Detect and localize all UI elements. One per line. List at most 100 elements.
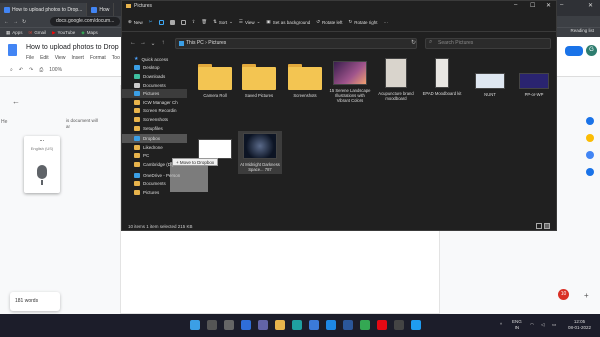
- wifi-icon[interactable]: ◠: [530, 322, 534, 328]
- vscode-icon[interactable]: [411, 320, 421, 330]
- folder-item[interactable]: Saved Pictures: [237, 61, 281, 98]
- app-icon[interactable]: [394, 320, 404, 330]
- zoom-select[interactable]: 100%: [49, 67, 62, 73]
- edge-icon[interactable]: [292, 320, 302, 330]
- image-item[interactable]: NUNT: [468, 73, 512, 97]
- sidebar-item-downloads[interactable]: Downloads: [122, 72, 187, 81]
- up-icon[interactable]: ↑: [158, 40, 168, 46]
- battery-icon[interactable]: ▭: [552, 322, 556, 328]
- contacts-icon[interactable]: [586, 168, 594, 176]
- breadcrumb-pictures[interactable]: Pictures: [208, 40, 226, 46]
- word-count-badge[interactable]: 181 words: [10, 292, 60, 311]
- print-icon[interactable]: ⎙: [39, 67, 43, 73]
- menu-tools[interactable]: Too: [112, 55, 120, 61]
- redo-icon[interactable]: ↷: [29, 67, 33, 73]
- start-icon[interactable]: [190, 320, 200, 330]
- recent-locations-icon[interactable]: ⌄: [148, 40, 158, 47]
- notification-badge[interactable]: 10: [558, 289, 569, 300]
- doc-title[interactable]: How to upload photos to Drop: [26, 44, 119, 51]
- share-button[interactable]: ⇪: [192, 19, 196, 25]
- teams-icon[interactable]: [258, 320, 268, 330]
- bookmark-apps[interactable]: ▦ Apps: [6, 30, 23, 36]
- menu-insert[interactable]: Insert: [71, 55, 84, 61]
- minimize-icon[interactable]: –: [560, 2, 563, 8]
- chrome-icon[interactable]: [360, 320, 370, 330]
- image-item[interactable]: 15 Serene Landscape Illustrations with V…: [328, 61, 372, 103]
- image-item[interactable]: PP-or-WP: [512, 73, 556, 97]
- reload-icon[interactable]: ↻: [22, 19, 26, 25]
- sidebar-item-folder[interactable]: ICW Manager Ch: [122, 98, 187, 107]
- calendar-icon[interactable]: [586, 117, 594, 125]
- mail-icon[interactable]: [326, 320, 336, 330]
- forward-icon[interactable]: →: [138, 40, 148, 46]
- folder-item[interactable]: Camera Roll: [193, 61, 237, 98]
- paste-button[interactable]: [169, 19, 175, 25]
- image-item[interactable]: At Midnight Darkness Space... 787: [238, 131, 282, 174]
- widgets-icon[interactable]: [241, 320, 251, 330]
- more-options-button[interactable]: ···: [384, 20, 389, 25]
- image-item[interactable]: Acupuncture brand moodboard: [374, 58, 418, 101]
- sort-button[interactable]: ⇅ Sort ⌄: [213, 19, 233, 25]
- back-arrow-icon[interactable]: ←: [12, 97, 20, 106]
- menu-edit[interactable]: Edit: [40, 55, 49, 61]
- sidebar-item-quick-access[interactable]: ★ Quick access: [122, 55, 187, 64]
- avatar[interactable]: G: [586, 45, 597, 56]
- sidebar-item-folder[interactable]: Screen Recordin: [122, 107, 187, 116]
- drag-handle-icon[interactable]: [40, 140, 44, 142]
- browser-tab[interactable]: How to upload photos to Drop...: [0, 3, 88, 16]
- browser-tab[interactable]: How: [87, 3, 115, 16]
- keep-icon[interactable]: [586, 134, 594, 142]
- netflix-icon[interactable]: [377, 320, 387, 330]
- sidebar-item-folder[interactable]: Screenshots: [122, 115, 187, 124]
- docs-logo-icon[interactable]: [8, 44, 17, 56]
- folder-item[interactable]: Screenshots: [283, 61, 327, 98]
- set-background-button[interactable]: ▣ Set as background: [266, 19, 310, 25]
- image-item[interactable]: EPAD Moodboard kit: [420, 58, 464, 96]
- refresh-icon[interactable]: ↻: [411, 39, 416, 46]
- language-indicator[interactable]: ENG IN: [512, 319, 522, 331]
- rotate-left-button[interactable]: ↺ Rotate left: [316, 19, 342, 25]
- sidebar-item-dropbox[interactable]: Dropbox: [122, 134, 187, 143]
- task-view-icon[interactable]: [224, 320, 234, 330]
- bookmark-youtube[interactable]: ▶ YouTube: [52, 30, 75, 36]
- view-button[interactable]: ☰ View ⌄: [239, 19, 261, 25]
- tray-chevron-icon[interactable]: ^: [500, 322, 502, 328]
- sidebar-item-desktop[interactable]: Desktop: [122, 64, 187, 73]
- rename-button[interactable]: [180, 19, 186, 25]
- tasks-icon[interactable]: [586, 151, 594, 159]
- minimize-icon[interactable]: –: [514, 2, 517, 8]
- forward-icon[interactable]: →: [13, 19, 18, 25]
- back-icon[interactable]: ←: [128, 40, 138, 46]
- voice-language[interactable]: English (US): [24, 146, 60, 151]
- rotate-right-button[interactable]: ↻ Rotate right: [349, 19, 378, 25]
- explorer-address-bar[interactable]: This PC › Pictures: [175, 38, 417, 49]
- back-icon[interactable]: ←: [4, 19, 9, 25]
- clock[interactable]: 12:05 08-01-2022: [568, 319, 591, 331]
- undo-icon[interactable]: ↶: [19, 67, 23, 73]
- menu-view[interactable]: View: [55, 55, 66, 61]
- store-icon[interactable]: [309, 320, 319, 330]
- sidebar-item-folder[interactable]: Likedrone: [122, 143, 187, 152]
- reading-list[interactable]: Reading list: [570, 28, 594, 33]
- breadcrumb-thispc[interactable]: This PC: [186, 40, 204, 46]
- cut-button[interactable]: ✂: [149, 19, 153, 25]
- address-bar[interactable]: docs.google.com/docum...: [50, 17, 120, 26]
- new-button[interactable]: ⊕ New: [128, 19, 143, 25]
- delete-button[interactable]: 🗑: [201, 19, 207, 25]
- volume-icon[interactable]: ◁: [541, 322, 544, 328]
- close-icon[interactable]: ✕: [546, 2, 551, 9]
- close-icon[interactable]: ✕: [588, 2, 593, 9]
- sidebar-item-pictures[interactable]: Pictures: [122, 89, 187, 98]
- word-icon[interactable]: [343, 320, 353, 330]
- search-icon[interactable]: [207, 320, 217, 330]
- share-button[interactable]: [565, 46, 583, 56]
- add-icon[interactable]: +: [584, 291, 589, 300]
- sidebar-item-documents[interactable]: Documents: [122, 81, 187, 90]
- details-view-icon[interactable]: [536, 223, 542, 229]
- copy-button[interactable]: [158, 19, 164, 25]
- search-input[interactable]: Search Pictures: [425, 38, 551, 49]
- sidebar-item-folder[interactable]: Setupfiles: [122, 124, 187, 133]
- bookmark-gmail[interactable]: ✉ Gmail: [29, 30, 47, 36]
- menu-file[interactable]: File: [26, 55, 34, 61]
- bookmark-maps[interactable]: ◆ Maps: [81, 30, 97, 36]
